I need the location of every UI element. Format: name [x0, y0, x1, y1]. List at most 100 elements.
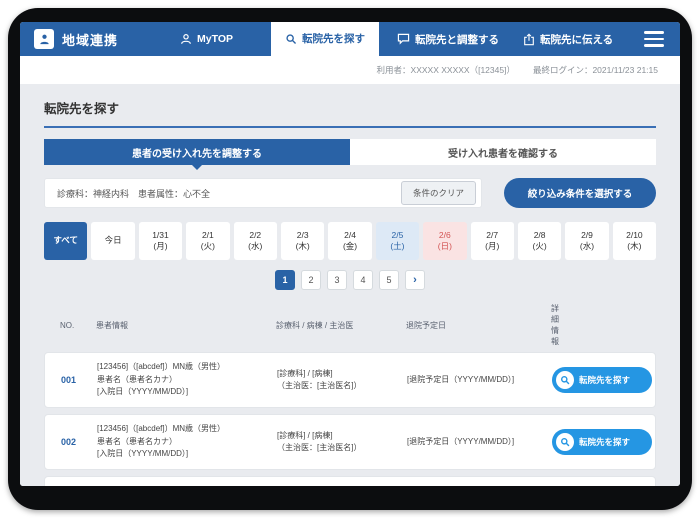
- date-tab[interactable]: 2/8 (火): [518, 222, 561, 260]
- patient-info-cell: [123456]（[abcdef]）MN歳（男性） 患者名（患者名カナ） [入院…: [97, 485, 277, 486]
- nav-tab-notify-label: 転院先に伝える: [540, 32, 613, 47]
- page-number: 4: [360, 275, 365, 285]
- discharge-date-cell: [退院予定日（YYYY/MM/DD）]: [407, 436, 552, 448]
- date-tab[interactable]: 2/7 (月): [471, 222, 514, 260]
- person-icon: [180, 33, 192, 45]
- page: 地域連携 MyTOP: [0, 0, 700, 518]
- search-transfer-button[interactable]: 転院先を探す: [552, 429, 652, 455]
- date-tab[interactable]: 今日: [91, 222, 134, 260]
- date-tab[interactable]: 1/31 (月): [139, 222, 182, 260]
- date-tab-label: 2/2: [249, 230, 261, 241]
- date-tabs: すべて 今日 1/31 (月): [44, 222, 656, 260]
- date-tab[interactable]: 2/1 (火): [186, 222, 229, 260]
- search-icon: [556, 433, 574, 451]
- search-transfer-button-label: 転院先を探す: [579, 374, 630, 386]
- date-tab-weekday: (金): [343, 241, 357, 252]
- table-header-row: NO. 患者情報 診療科 / 病棟 / 主治医 退院予定日 詳細情報: [44, 299, 656, 352]
- date-tab[interactable]: 2/10 (木): [613, 222, 656, 260]
- app-logo-icon: [34, 29, 54, 49]
- date-tab-weekday: (木): [627, 241, 641, 252]
- filter-conditions-box[interactable]: 診療科：神経内科 患者属性：心不全 条件のクリア: [44, 178, 482, 208]
- date-tab-label: 2/10: [626, 230, 643, 241]
- dept-ward: [診療科] / [病棟]: [277, 430, 407, 442]
- search-transfer-button-label: 転院先を探す: [579, 436, 630, 448]
- nav-tab-notify[interactable]: 転院先に伝える: [523, 22, 613, 56]
- menu-hamburger-icon[interactable]: [644, 22, 664, 56]
- tablet-bezel: 地域連携 MyTOP: [8, 8, 692, 510]
- patient-id-age: [123456]（[abcdef]）MN歳（男性）: [97, 361, 277, 373]
- date-tab-label: 2/8: [534, 230, 546, 241]
- date-tab[interactable]: すべて: [44, 222, 87, 260]
- nav-tab-coordinate-label: 転院先と調整する: [415, 32, 499, 47]
- chat-bubble-icon: [397, 33, 410, 45]
- table-row: 002 [123456]（[abcdef]）MN歳（男性） 患者名（患者名カナ）…: [44, 414, 656, 470]
- date-tab[interactable]: 2/6 (日): [423, 222, 466, 260]
- date-tab[interactable]: 2/9 (水): [565, 222, 608, 260]
- search-transfer-button[interactable]: 転院先を探す: [552, 367, 652, 393]
- date-tab[interactable]: 2/3 (木): [281, 222, 324, 260]
- row-number: 002: [61, 437, 97, 447]
- patient-name: 患者名（患者名カナ）: [97, 374, 277, 386]
- admission-date: [入院日（YYYY/MM/DD）]: [97, 448, 277, 460]
- table-row: 001 [123456]（[abcdef]）MN歳（男性） 患者名（患者名カナ）…: [44, 352, 656, 408]
- page-number: 5: [386, 275, 391, 285]
- date-tab-weekday: (火): [201, 241, 215, 252]
- filter-conditions-text: 診療科：神経内科 患者属性：心不全: [57, 187, 210, 200]
- date-tab-label: 2/4: [344, 230, 356, 241]
- page-button[interactable]: 3: [327, 270, 347, 290]
- dept-ward: [診療科] / [病棟]: [277, 368, 407, 380]
- segment-tabs: 患者の受け入れ先を調整する 受け入れ患者を確認する: [44, 139, 656, 165]
- search-icon: [556, 371, 574, 389]
- action-cell: 転院先を探す: [552, 429, 656, 455]
- action-cell: 転院先を探す: [552, 367, 656, 393]
- nav-tab-coordinate[interactable]: 転院先と調整する: [397, 22, 499, 56]
- date-tab[interactable]: 2/2 (水): [234, 222, 277, 260]
- dept-cell: [診療科] / [病棟] （主治医：[主治医名]）: [277, 368, 407, 393]
- row-number: 001: [61, 375, 97, 385]
- pagination: 1 2 3 4: [44, 270, 656, 290]
- page-number: 3: [334, 275, 339, 285]
- date-tab[interactable]: 2/5 (土): [376, 222, 419, 260]
- patient-info-cell: [123456]（[abcdef]）MN歳（男性） 患者名（患者名カナ） [入院…: [97, 423, 277, 460]
- clear-conditions-button[interactable]: 条件のクリア: [401, 181, 476, 205]
- date-tab-label: 2/1: [202, 230, 214, 241]
- attending-doctor: （主治医：[主治医名]）: [277, 442, 407, 454]
- patient-info-cell: [123456]（[abcdef]）MN歳（男性） 患者名（患者名カナ） [入院…: [97, 361, 277, 398]
- date-tab[interactable]: 2/4 (金): [328, 222, 371, 260]
- date-tab-label: 今日: [105, 235, 122, 246]
- header-discharge-date: 退院予定日: [406, 320, 551, 331]
- nav-tab-search-active[interactable]: 転院先を探す: [271, 22, 379, 66]
- screen: 地域連携 MyTOP: [20, 22, 680, 486]
- page-button[interactable]: 2: [301, 270, 321, 290]
- patient-id-age: [123456]（[abcdef]）MN歳（男性）: [97, 423, 277, 435]
- segment-tab-label: 受け入れ患者を確認する: [448, 145, 558, 160]
- header-details: 詳細情報: [551, 303, 559, 347]
- date-tab-label: 2/3: [297, 230, 309, 241]
- brand: 地域連携: [20, 22, 118, 56]
- filter-row: 診療科：神経内科 患者属性：心不全 条件のクリア 絞り込み条件を選択する: [44, 178, 656, 208]
- page-button[interactable]: 4: [353, 270, 373, 290]
- page-title: 転院先を探す: [44, 92, 656, 128]
- select-filter-button[interactable]: 絞り込み条件を選択する: [504, 178, 656, 208]
- date-tab-weekday: (月): [153, 241, 167, 252]
- dept-cell: [診療科] / [病棟] （主治医：[主治医名]）: [277, 430, 407, 455]
- date-tab-label: すべて: [53, 235, 78, 246]
- date-tab-weekday: (火): [533, 241, 547, 252]
- segment-tab-label: 患者の受け入れ先を調整する: [132, 145, 262, 160]
- date-tab-label: 1/31: [152, 230, 169, 241]
- date-tab-weekday: (水): [580, 241, 594, 252]
- search-icon: [285, 33, 297, 45]
- nav-mytop[interactable]: MyTOP: [180, 22, 233, 56]
- segment-tab[interactable]: 受け入れ患者を確認する: [350, 139, 656, 165]
- patient-id-age: [123456]（[abcdef]）MN歳（男性）: [97, 485, 277, 486]
- page-button[interactable]: 5: [379, 270, 399, 290]
- date-tab-weekday: (月): [485, 241, 499, 252]
- date-tab-label: 2/6: [439, 230, 451, 241]
- header-dept-ward-doctor: 診療科 / 病棟 / 主治医: [276, 320, 406, 331]
- page-button[interactable]: 1: [275, 270, 295, 290]
- next-page-button[interactable]: ›: [405, 270, 425, 290]
- segment-tab[interactable]: 患者の受け入れ先を調整する: [44, 139, 350, 165]
- admission-date: [入院日（YYYY/MM/DD）]: [97, 386, 277, 398]
- share-upload-icon: [523, 33, 535, 46]
- page-number: 2: [308, 275, 313, 285]
